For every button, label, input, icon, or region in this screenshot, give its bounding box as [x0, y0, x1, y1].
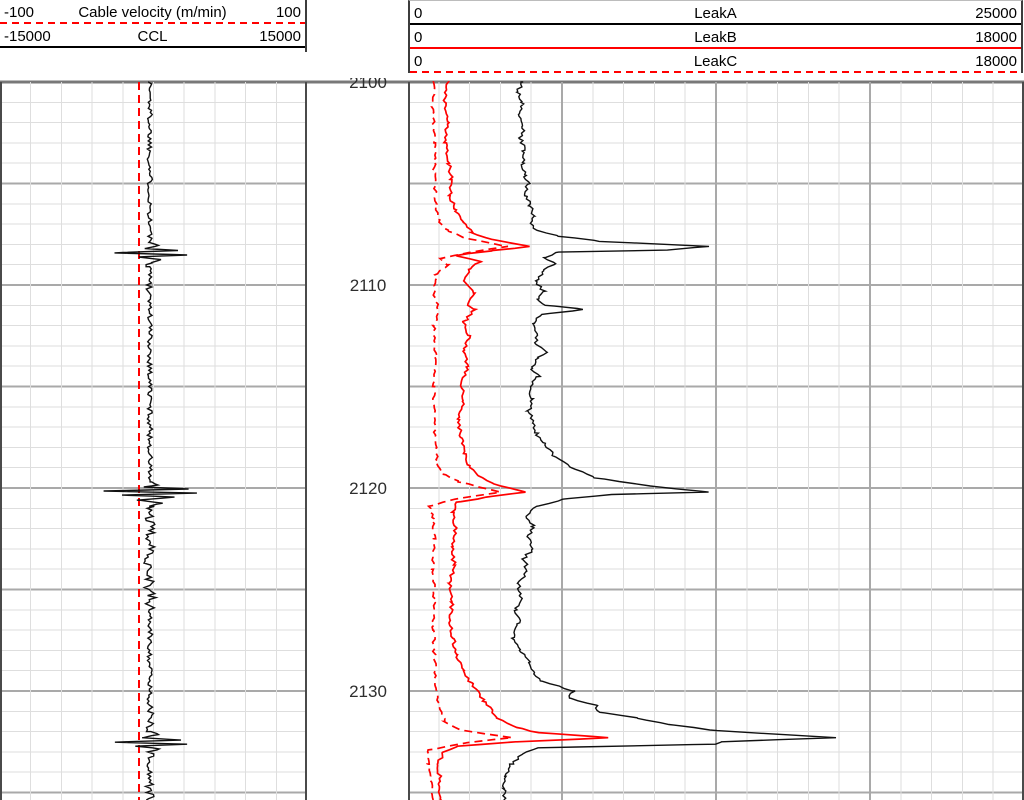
- curve-ccl: [104, 82, 197, 800]
- leak-c-curve-name: LeakC: [470, 53, 961, 70]
- leak-b-scale-max: 18000: [961, 29, 1021, 46]
- leak-b-curve-name: LeakB: [470, 29, 961, 46]
- depth-label-2100: 2100: [349, 78, 387, 92]
- legend-cable-velocity: -100 Cable velocity (m/min) 100: [0, 0, 305, 24]
- legend-leak-c: 0 LeakC 18000: [410, 49, 1021, 73]
- leak-a-scale-min: 0: [410, 5, 470, 22]
- cable-velocity-scale-max: 100: [245, 4, 305, 21]
- left-track-header: -100 Cable velocity (m/min) 100 -15000 C…: [0, 0, 307, 52]
- leak-a-curve-name: LeakA: [470, 5, 961, 22]
- legend-leak-a: 0 LeakA 25000: [410, 1, 1021, 25]
- right-track-header: 0 LeakA 25000 0 LeakB 18000 0 LeakC 1800…: [408, 0, 1023, 73]
- cable-velocity-scale-min: -100: [0, 4, 60, 21]
- leak-c-scale-max: 18000: [961, 53, 1021, 70]
- curve-leak-a: [503, 82, 836, 800]
- depth-label-2110: 2110: [350, 276, 387, 295]
- cable-velocity-curve-name: Cable velocity (m/min): [60, 4, 245, 21]
- legend-ccl: -15000 CCL 15000: [0, 24, 305, 48]
- curve-leak-b: [437, 82, 608, 800]
- ccl-curve-name: CCL: [60, 28, 245, 45]
- log-plot-area: 2100 2110 2120 2130: [0, 78, 1024, 800]
- leak-b-scale-min: 0: [410, 29, 470, 46]
- leak-c-scale-min: 0: [410, 53, 470, 70]
- well-log-viewer: -100 Cable velocity (m/min) 100 -15000 C…: [0, 0, 1024, 800]
- ccl-scale-max: 15000: [245, 28, 305, 45]
- ccl-scale-min: -15000: [0, 28, 60, 45]
- leak-a-scale-max: 25000: [961, 5, 1021, 22]
- depth-label-2130: 2130: [349, 682, 387, 701]
- legend-leak-b: 0 LeakB 18000: [410, 25, 1021, 49]
- depth-label-2120: 2120: [349, 479, 387, 498]
